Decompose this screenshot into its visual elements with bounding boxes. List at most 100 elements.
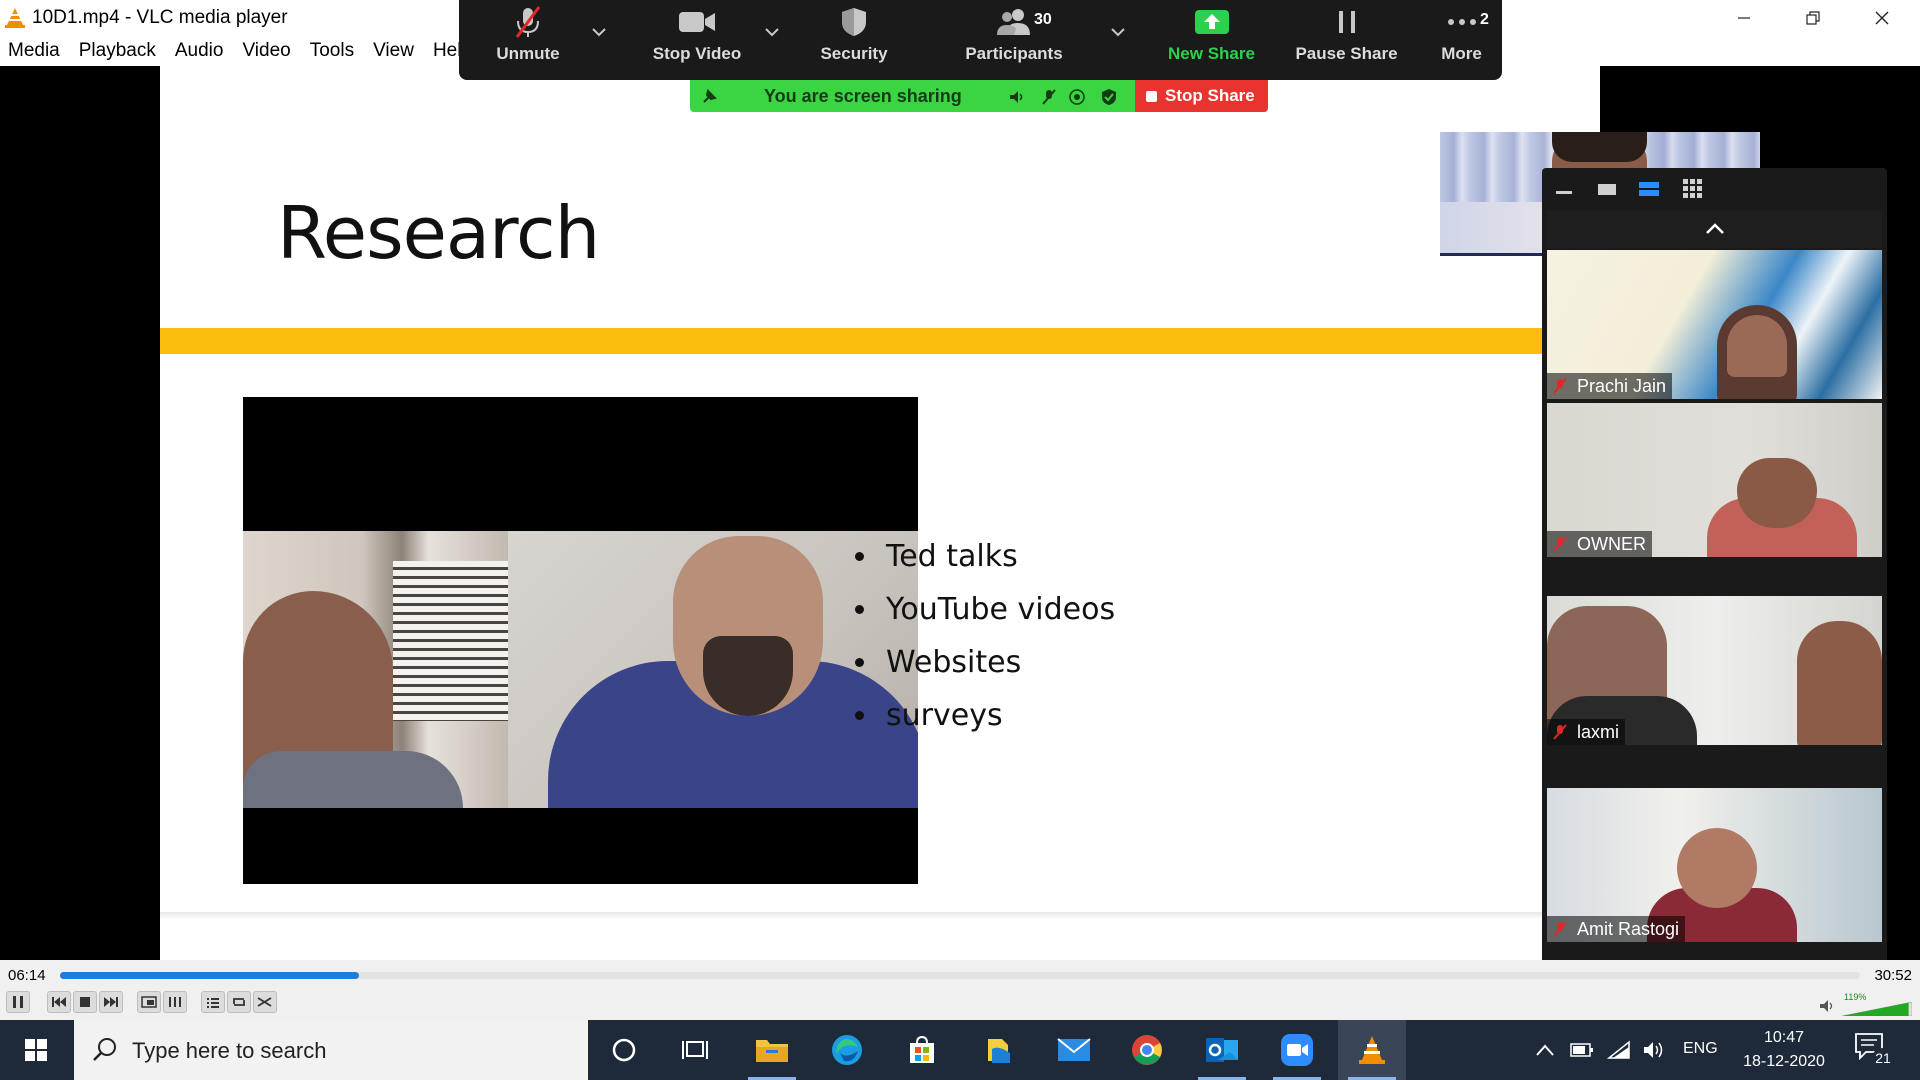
speaker-icon[interactable] bbox=[1008, 88, 1026, 106]
close-button[interactable] bbox=[1848, 0, 1916, 36]
menu-audio[interactable]: Audio bbox=[175, 40, 224, 62]
menu-view[interactable]: View bbox=[373, 40, 414, 62]
new-share-button[interactable]: New Share bbox=[1149, 0, 1274, 80]
video-camera-icon bbox=[679, 12, 715, 32]
pause-icon bbox=[13, 996, 23, 1008]
chevron-down-icon[interactable] bbox=[764, 24, 780, 40]
security-shield-icon[interactable] bbox=[1100, 88, 1118, 106]
clock-time: 10:47 bbox=[1763, 1029, 1805, 1046]
edge-button[interactable] bbox=[813, 1020, 881, 1080]
minimize-video-icon[interactable] bbox=[1554, 182, 1574, 196]
edge-icon bbox=[832, 1035, 862, 1065]
vlc-playback-controls: 06:14 30:52 119% bbox=[0, 960, 1920, 1020]
restore-button[interactable] bbox=[1779, 0, 1847, 36]
volume-level-bar bbox=[1842, 1002, 1912, 1016]
outlook-button[interactable] bbox=[1188, 1020, 1256, 1080]
security-button[interactable]: Security bbox=[799, 0, 909, 80]
stop-button[interactable] bbox=[73, 991, 97, 1013]
store-button[interactable] bbox=[888, 1020, 956, 1080]
task-view-button[interactable] bbox=[662, 1020, 730, 1080]
presentation-slide: Research bbox=[160, 66, 1600, 960]
battery-icon[interactable] bbox=[1570, 1042, 1594, 1058]
files-button[interactable] bbox=[965, 1020, 1033, 1080]
stop-video-button[interactable]: Stop Video bbox=[637, 0, 757, 80]
language-indicator[interactable]: ENG bbox=[1683, 1040, 1718, 1058]
taskbar-search-box[interactable]: Type here to search bbox=[74, 1020, 588, 1080]
pause-share-label: Pause Share bbox=[1295, 44, 1398, 63]
pause-share-button[interactable]: Pause Share bbox=[1284, 0, 1409, 80]
windows-taskbar: Type here to search ENG 10:47 18-12-2020… bbox=[0, 1020, 1920, 1080]
cortana-button[interactable] bbox=[590, 1020, 658, 1080]
chevron-down-icon[interactable] bbox=[591, 24, 607, 40]
extended-settings-button[interactable] bbox=[163, 991, 187, 1013]
video-feed-boy bbox=[243, 531, 508, 808]
menu-playback[interactable]: Playback bbox=[79, 40, 156, 62]
fullscreen-icon bbox=[141, 996, 157, 1008]
chevron-up-icon[interactable] bbox=[1535, 1043, 1555, 1057]
playlist-icon bbox=[207, 998, 219, 1008]
microphone-muted-icon bbox=[1553, 536, 1567, 552]
scroll-up-button[interactable] bbox=[1547, 210, 1882, 248]
participant-tile[interactable]: Prachi Jain bbox=[1547, 250, 1882, 399]
chrome-button[interactable] bbox=[1113, 1020, 1181, 1080]
volume-percent: 119% bbox=[1844, 992, 1867, 1002]
participant-tile[interactable]: OWNER bbox=[1547, 403, 1882, 557]
pause-icon bbox=[1338, 11, 1355, 33]
slide-bottom-edge bbox=[160, 912, 1600, 920]
vlc-icon bbox=[1359, 1036, 1385, 1064]
stop-icon bbox=[80, 997, 90, 1007]
shuffle-button[interactable] bbox=[253, 991, 277, 1013]
vlc-button[interactable] bbox=[1338, 1020, 1406, 1080]
volume-slider[interactable]: 119% bbox=[1818, 992, 1914, 1016]
system-clock[interactable]: 10:47 18-12-2020 bbox=[1734, 1026, 1834, 1074]
participants-button[interactable]: Participants bbox=[944, 0, 1084, 80]
microphone-muted-icon bbox=[515, 6, 541, 38]
participants-label: Participants bbox=[965, 44, 1063, 63]
chevron-down-icon[interactable] bbox=[1110, 24, 1126, 40]
shuffle-icon bbox=[257, 997, 272, 1007]
pause-button[interactable] bbox=[6, 991, 30, 1013]
record-icon[interactable] bbox=[1068, 88, 1086, 106]
bullet-item: YouTube videos bbox=[855, 583, 1115, 636]
participant-tile[interactable]: Amit Rastogi bbox=[1547, 788, 1882, 942]
gallery-view-icon[interactable] bbox=[1682, 178, 1704, 198]
elapsed-time: 06:14 bbox=[8, 967, 46, 984]
file-explorer-button[interactable] bbox=[738, 1020, 806, 1080]
pin-icon[interactable] bbox=[700, 88, 718, 106]
menu-video[interactable]: Video bbox=[242, 40, 290, 62]
mail-button[interactable] bbox=[1040, 1020, 1108, 1080]
action-center-button[interactable]: 21 bbox=[1854, 1030, 1894, 1070]
unmute-button[interactable]: Unmute bbox=[473, 0, 583, 80]
menu-media[interactable]: Media bbox=[8, 40, 60, 62]
loop-button[interactable] bbox=[227, 991, 251, 1013]
participant-tile[interactable]: laxmi bbox=[1547, 596, 1882, 745]
microphone-muted-icon bbox=[1553, 724, 1567, 740]
stop-square-icon bbox=[1146, 90, 1157, 102]
microphone-muted-icon bbox=[1553, 378, 1567, 394]
next-button[interactable] bbox=[99, 991, 123, 1013]
microphone-muted-icon[interactable] bbox=[1040, 88, 1058, 106]
previous-button[interactable] bbox=[47, 991, 71, 1013]
total-time: 30:52 bbox=[1874, 967, 1912, 984]
zoom-button[interactable] bbox=[1263, 1020, 1331, 1080]
notification-count: 21 bbox=[1872, 1048, 1894, 1068]
strip-view-icon[interactable] bbox=[1638, 180, 1660, 198]
participant-gallery-panel: Prachi Jain OWNER laxmi Amit Rastogi bbox=[1542, 168, 1887, 978]
wifi-icon[interactable] bbox=[1607, 1040, 1631, 1060]
slide-accent-bar bbox=[160, 328, 1600, 354]
start-button[interactable] bbox=[0, 1020, 72, 1080]
volume-icon[interactable] bbox=[1642, 1040, 1666, 1060]
seek-bar[interactable] bbox=[60, 972, 1860, 979]
speaker-view-icon[interactable] bbox=[1597, 182, 1617, 196]
minimize-icon bbox=[1738, 17, 1750, 19]
shield-icon bbox=[842, 8, 866, 36]
vlc-logo-icon bbox=[5, 8, 25, 28]
zoom-meeting-toolbar: Unmute Stop Video Security Participants … bbox=[459, 0, 1502, 80]
menu-tools[interactable]: Tools bbox=[310, 40, 354, 62]
fullscreen-button[interactable] bbox=[137, 991, 161, 1013]
minimize-button[interactable] bbox=[1710, 0, 1778, 36]
stop-share-button[interactable]: Stop Share bbox=[1135, 80, 1268, 112]
microphone-muted-icon bbox=[1553, 921, 1567, 937]
playlist-button[interactable] bbox=[201, 991, 225, 1013]
file-explorer-icon bbox=[756, 1040, 788, 1062]
